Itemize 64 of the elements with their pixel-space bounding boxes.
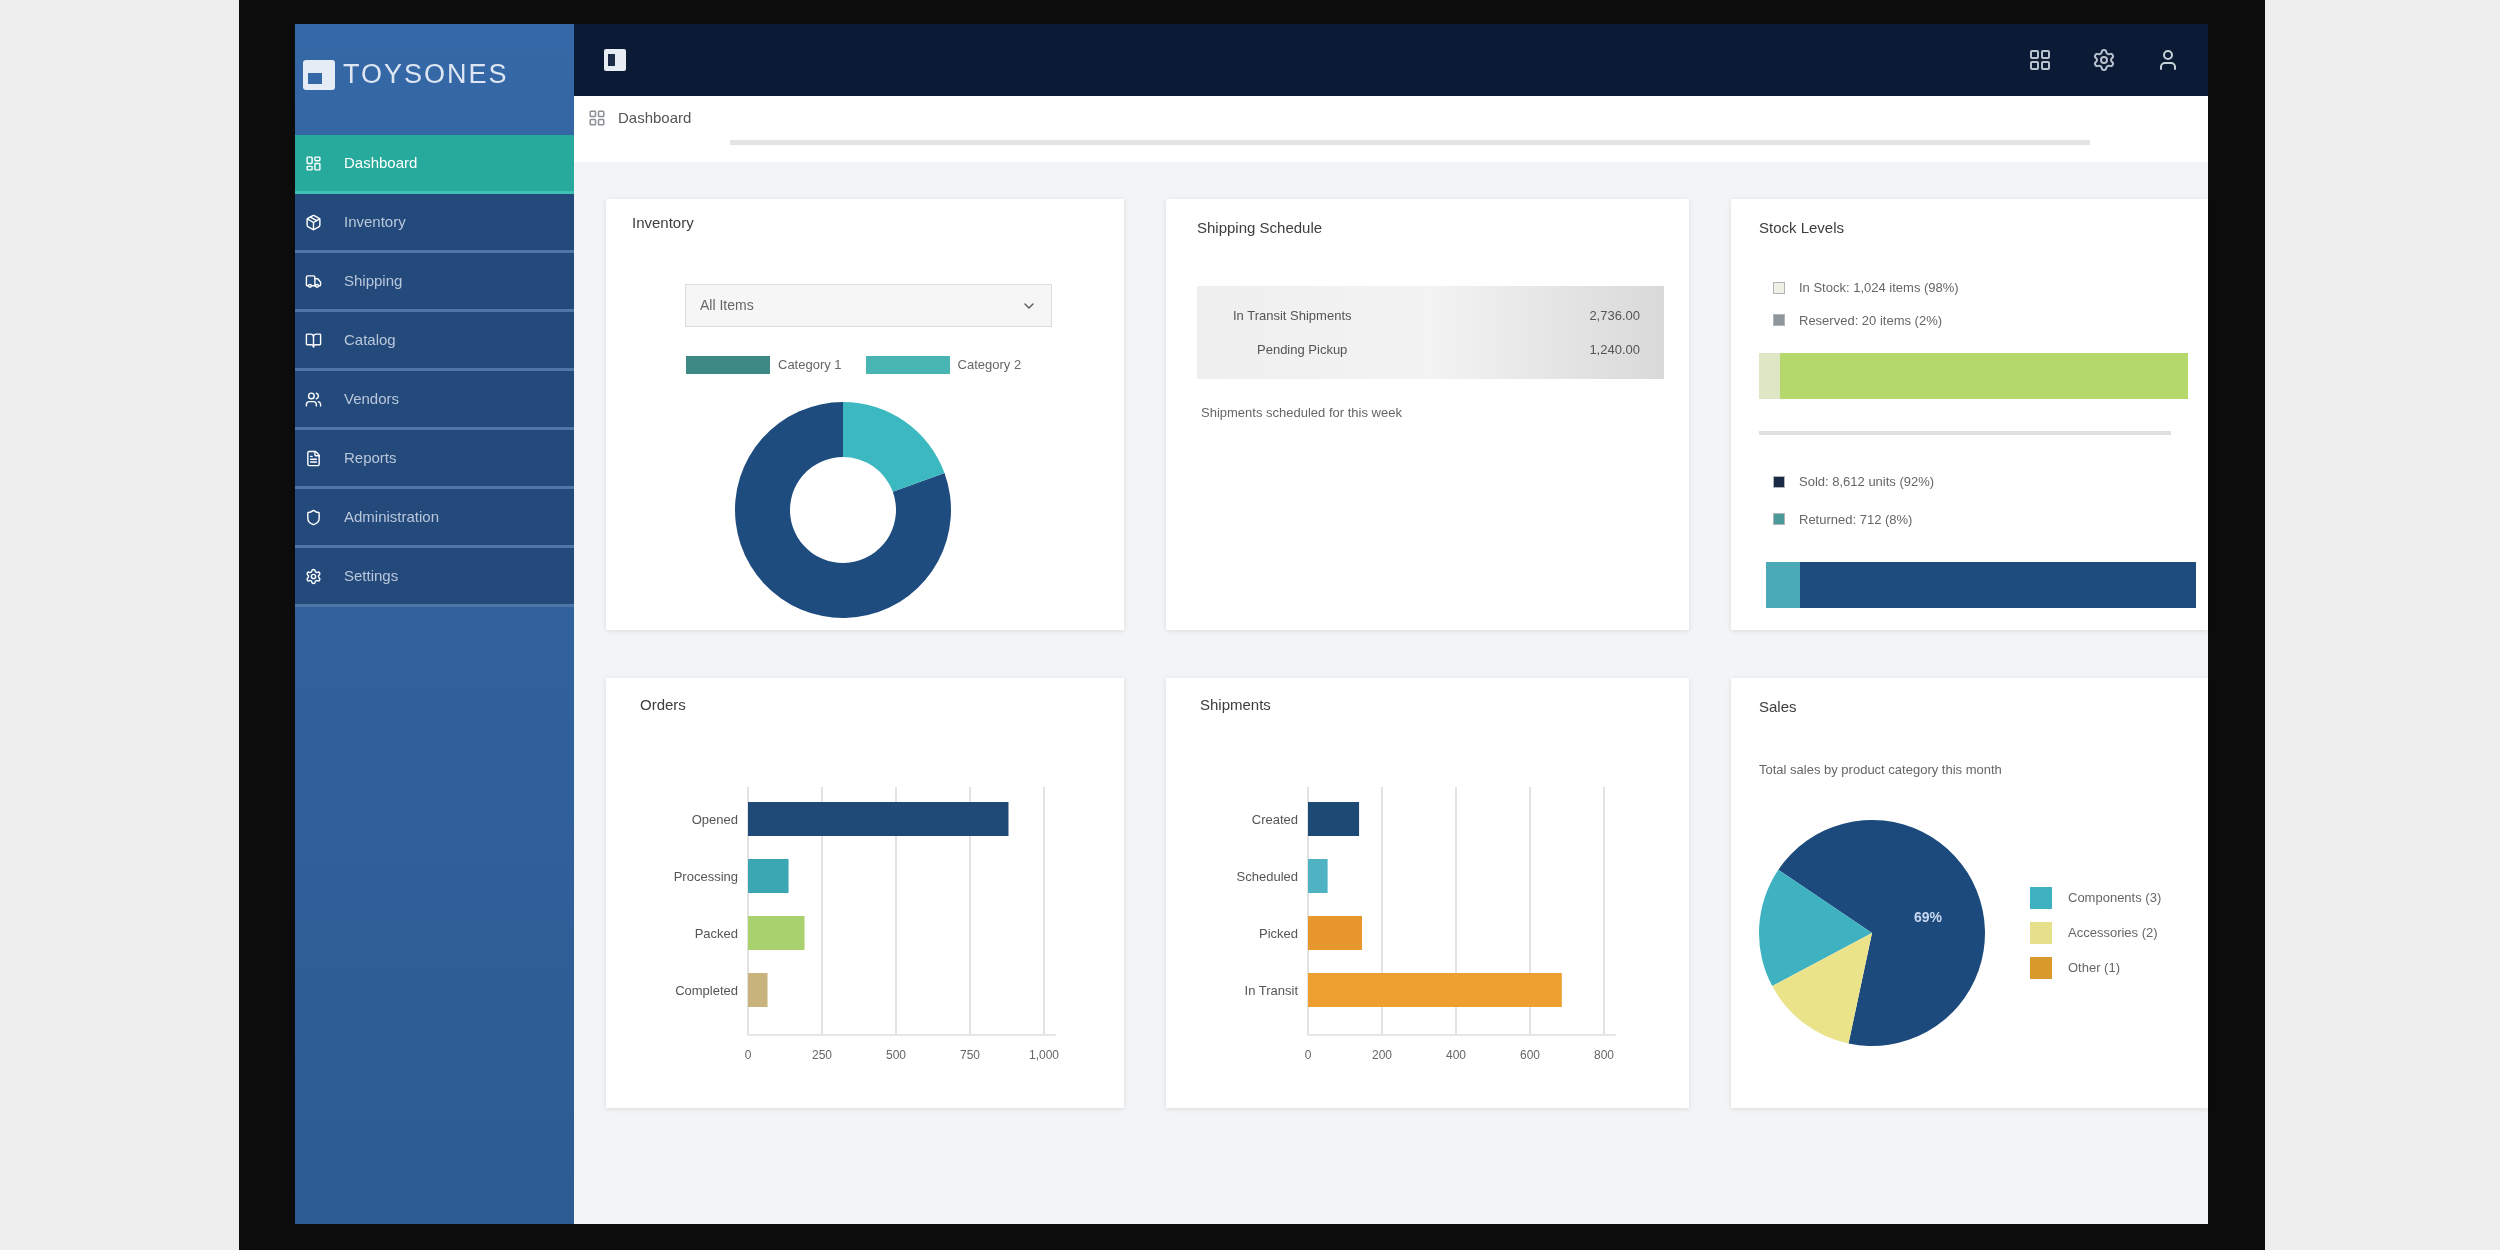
note-text: Shipments scheduled for this week <box>1201 404 1402 422</box>
grid-icon[interactable] <box>2028 48 2052 72</box>
axis-tick-label: 1,000 <box>1029 1048 1059 1062</box>
sidebar-item[interactable]: Inventory <box>295 194 574 253</box>
category-label: Packed <box>694 926 738 941</box>
axis-tick-label: 200 <box>1372 1048 1392 1062</box>
summary-label: In Transit Shipments <box>1233 307 1352 325</box>
category-label: Processing <box>673 869 738 884</box>
sidebar-item[interactable]: Administration <box>295 489 574 548</box>
box-icon <box>305 213 322 231</box>
legend-label: Components (3) <box>2068 888 2162 907</box>
slice-label: 69% <box>1914 908 1942 925</box>
sidebar-item[interactable]: Vendors <box>295 371 574 430</box>
legend-label: Category 2 <box>957 356 1022 374</box>
legend-label: In Stock: 1,024 items (98%) <box>1799 279 1959 297</box>
category-label: Picked <box>1258 926 1298 941</box>
card-title: Sales <box>1759 697 1797 717</box>
axis-tick-label: 0 <box>1304 1048 1312 1062</box>
legend-label: Returned: 712 (8%) <box>1799 510 1913 529</box>
category-label: Created <box>1251 812 1298 827</box>
summary-value: 1,240.00 <box>1589 340 1640 359</box>
legend-label: Other (1) <box>2068 958 2120 977</box>
card-title: Shipping Schedule <box>1197 218 1323 238</box>
sidebar-item[interactable]: Shipping <box>295 253 574 312</box>
category-label: Scheduled <box>1236 869 1298 884</box>
grid-icon <box>588 109 606 127</box>
sidebar-item[interactable]: Catalog <box>295 312 574 371</box>
settings-icon[interactable] <box>2092 48 2116 72</box>
panel-icon[interactable] <box>604 49 626 71</box>
truck-icon <box>305 272 322 290</box>
sidebar-item[interactable]: Dashboard <box>295 135 574 194</box>
legend-label: Category 1 <box>778 356 842 374</box>
category-label: Opened <box>691 812 738 827</box>
sidebar-item[interactable]: Settings <box>295 548 574 607</box>
dropdown-select[interactable]: All Items <box>685 284 1052 327</box>
gear-icon <box>305 567 322 585</box>
axis-tick-label: 500 <box>886 1048 906 1062</box>
legend-label: Reserved: 20 items (2%) <box>1799 311 1943 330</box>
legend-label: Sold: 8,612 units (92%) <box>1799 473 1935 491</box>
logo-icon <box>303 59 335 90</box>
axis-tick-label: 0 <box>744 1048 752 1062</box>
breadcrumb-label: Dashboard <box>618 107 692 128</box>
shield-icon <box>305 508 322 526</box>
category-label: Completed <box>675 983 738 998</box>
card-title: Inventory <box>632 213 694 233</box>
logo-text: TOYSONES <box>343 58 509 92</box>
sidebar-item[interactable]: Reports <box>295 430 574 489</box>
card-title: Stock Levels <box>1759 218 1845 238</box>
axis-tick-label: 400 <box>1446 1048 1466 1062</box>
card-title: Shipments <box>1200 695 1271 715</box>
axis-tick-label: 250 <box>812 1048 832 1062</box>
axis-tick-label: 600 <box>1520 1048 1540 1062</box>
axis-tick-label: 750 <box>960 1048 980 1062</box>
people-icon <box>305 390 322 408</box>
legend-label: Accessories (2) <box>2068 923 2158 942</box>
category-label: In Transit <box>1244 983 1298 998</box>
document-icon <box>305 449 322 467</box>
axis-tick-label: 800 <box>1594 1048 1614 1062</box>
dashboard-icon <box>305 154 322 172</box>
chart-subtitle: Total sales by product category this month <box>1759 761 2002 779</box>
summary-label: Pending Pickup <box>1257 340 1348 359</box>
summary-value: 2,736.00 <box>1589 307 1640 325</box>
book-icon <box>305 331 322 349</box>
card-title: Orders <box>640 695 686 715</box>
